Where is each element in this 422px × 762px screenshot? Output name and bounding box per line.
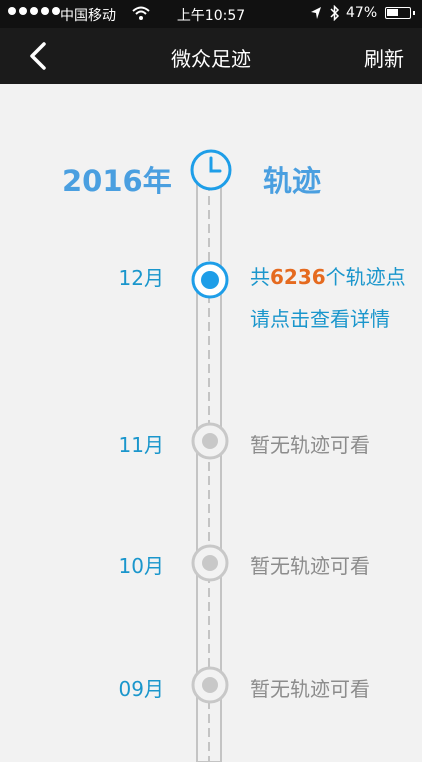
clock-icon (190, 149, 232, 191)
chevron-left-icon (30, 42, 46, 70)
track-count-suffix: 个轨迹点 (325, 265, 406, 289)
back-button[interactable] (22, 38, 58, 74)
inactive-node-icon (191, 422, 229, 460)
track-count: 6236 (270, 265, 326, 289)
month-label-10: 10月 (118, 554, 164, 578)
battery-icon (385, 7, 415, 19)
timeline: 2016年 轨迹 12月 共6236个轨迹点 请点击查看详情 11月 暂无轨迹可… (0, 84, 422, 762)
refresh-button[interactable]: 刷新 (364, 43, 404, 72)
year-label: 2016年 (62, 164, 172, 198)
view-details-text: 请点击查看详情 (250, 307, 390, 331)
active-node-icon[interactable] (190, 260, 230, 300)
location-arrow-icon (311, 7, 321, 19)
inactive-node-icon (191, 544, 229, 582)
month-label-12: 12月 (118, 266, 164, 290)
bluetooth-icon (330, 5, 340, 21)
timeline-title: 轨迹 (263, 164, 322, 198)
month-label-09: 09月 (118, 677, 164, 701)
empty-track-text: 暂无轨迹可看 (250, 433, 370, 457)
track-summary-link[interactable]: 共6236个轨迹点 请点击查看详情 (250, 256, 406, 340)
battery-percent: 47% (346, 5, 378, 21)
track-count-line: 共6236个轨迹点 (250, 256, 406, 298)
navigation-bar: 微众足迹 刷新 (0, 28, 422, 84)
page-title: 微众足迹 (171, 47, 251, 71)
inactive-node-icon (191, 666, 229, 704)
empty-track-text: 暂无轨迹可看 (250, 677, 370, 701)
track-count-prefix: 共 (250, 265, 270, 289)
empty-track-text: 暂无轨迹可看 (250, 554, 370, 578)
month-label-11: 11月 (118, 433, 164, 457)
status-bar: 中国移动 上午10:57 47% (0, 0, 422, 28)
